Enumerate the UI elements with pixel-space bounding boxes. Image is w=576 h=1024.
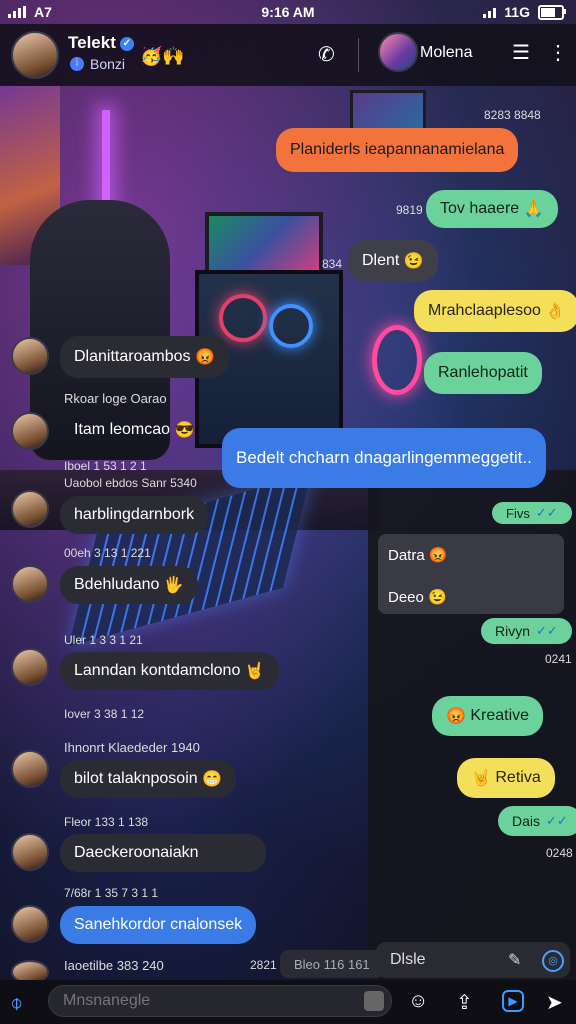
message-meta: 2821 — [250, 958, 277, 972]
message-bubble[interactable]: Planiderls ieapannanamielana — [276, 128, 519, 172]
avatar[interactable] — [11, 31, 59, 79]
message-bubble[interactable]: 🤘 Retiva — [457, 758, 555, 798]
message-input[interactable] — [48, 985, 392, 1017]
sticker-icon[interactable] — [364, 991, 384, 1011]
message-meta: 834 — [322, 257, 343, 271]
message-bubble[interactable]: Lanndan kontdamclono 🤘 — [60, 652, 279, 690]
message-bubble[interactable]: Dais ✓✓ — [498, 806, 576, 836]
message-meta: Ihnonrt Klaededer 1940 — [64, 740, 200, 755]
message-bubble[interactable]: Dlanittaroambos 😡 — [60, 336, 229, 378]
media-icon[interactable]: ▶ — [502, 990, 524, 1012]
composer-bar: ⌽ ☺ ⇪ ▶ ➤ — [0, 980, 576, 1024]
avatar[interactable] — [11, 337, 49, 375]
chat-subtitle: i Bonzi — [70, 56, 125, 72]
status-bar: A7 9:16 AM 11G — [0, 0, 576, 24]
message-bubble[interactable]: harblingdarnbork — [60, 496, 209, 534]
message-bubble[interactable]: Itam leomcao 😎 — [60, 413, 208, 447]
avatar[interactable] — [11, 750, 49, 788]
message-meta: 7/68r 1 35 7 3 1 1 — [64, 886, 159, 900]
message-meta: 0241 — [545, 652, 572, 666]
message-meta: Fleor 133 1 138 — [64, 815, 149, 829]
neon-light — [102, 110, 110, 210]
camera-icon[interactable]: ◎ — [542, 950, 564, 972]
message-meta: Rkoar loge Oarao — [64, 391, 167, 406]
attach-icon[interactable]: ⌽ — [10, 990, 23, 1016]
message-bubble[interactable]: Bedelt chcharn dnagarlingemmeggetit.. — [222, 428, 546, 488]
message-meta: Iaoetilbe 383 240 — [64, 958, 164, 973]
message-bubble[interactable]: Sanehkordor cnalonsek — [60, 906, 257, 944]
more-options-icon[interactable]: ⋮ — [548, 40, 568, 65]
contact-avatar[interactable] — [378, 32, 418, 72]
message-meta: 9819 — [396, 203, 423, 217]
avatar[interactable] — [11, 490, 49, 528]
side-reply-field[interactable]: Dlsle ✎ ◎ — [376, 942, 570, 978]
message-bubble[interactable]: Mrahclaaplesoo 👌 — [414, 290, 576, 332]
menu-icon[interactable]: ☰ — [512, 40, 530, 65]
message-bubble[interactable]: Daeckeroonaiakn — [60, 834, 266, 872]
message-card[interactable]: Datra 😡 Deeo 😉 — [378, 534, 564, 614]
rgb-ring — [372, 325, 422, 395]
message-meta: Iboel 1 53 1 2 1 Uaobol ebdos Sanr 5340 — [64, 459, 197, 490]
header-emoji: 🥳🙌 — [140, 46, 185, 66]
avatar[interactable] — [11, 905, 49, 943]
message-meta: Iover 3 38 1 12 — [64, 707, 145, 721]
wifi-icon — [483, 6, 497, 18]
network-label: 11G — [504, 4, 530, 20]
chat-title[interactable]: Telekt ✓ — [68, 33, 134, 53]
contact-name[interactable]: Molena — [420, 44, 472, 62]
message-bubble[interactable]: Bdehludano 🖐 — [60, 566, 198, 604]
battery-icon — [538, 4, 566, 20]
message-meta: Uler 1 3 3 1 21 — [64, 633, 143, 647]
header-divider — [358, 38, 359, 72]
message-meta: 8283 8848 — [484, 108, 541, 122]
message-bubble[interactable]: bilot talaknposoin 😁 — [60, 760, 237, 798]
avatar[interactable] — [11, 412, 49, 450]
share-icon[interactable]: ⇪ — [456, 990, 473, 1015]
chat-header: Telekt ✓ i Bonzi 🥳🙌 ✆ Molena ☰ ⋮ — [0, 24, 576, 86]
message-bubble[interactable]: Tov haaere 🙏 — [426, 190, 558, 228]
pen-icon[interactable]: ✎ — [508, 950, 521, 970]
read-check-icon: ✓✓ — [546, 813, 568, 828]
message-bubble[interactable]: Rivyn ✓✓ — [481, 618, 572, 644]
avatar[interactable] — [11, 565, 49, 603]
message-meta: 0248 — [546, 846, 573, 860]
avatar[interactable] — [11, 833, 49, 871]
avatar[interactable] — [11, 648, 49, 686]
read-check-icon: ✓✓ — [536, 623, 558, 638]
message-bubble[interactable]: 😡 Kreative — [432, 696, 544, 736]
read-check-icon: ✓✓ — [535, 505, 558, 520]
desk-monitor — [205, 212, 323, 276]
message-bubble[interactable]: Fivs ✓✓ — [492, 502, 572, 524]
info-icon: i — [70, 57, 84, 71]
message-meta: 00eh 3 13 1 221 — [64, 546, 151, 560]
emoji-icon[interactable]: ☺ — [408, 990, 428, 1013]
phone-icon[interactable]: ✆ — [318, 42, 335, 67]
message-bubble[interactable]: Ranlehopatit — [424, 352, 542, 394]
send-icon[interactable]: ➤ — [546, 990, 563, 1015]
message-bubble[interactable]: Dlent 😉 — [348, 240, 438, 282]
verified-icon: ✓ — [119, 37, 134, 51]
message-bubble[interactable]: Bleo 116 161 — [280, 950, 384, 978]
